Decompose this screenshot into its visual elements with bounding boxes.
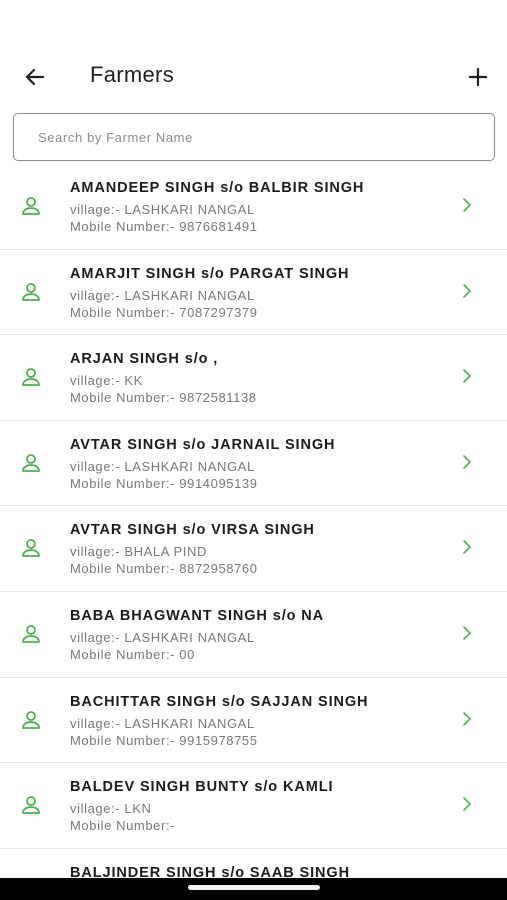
person-icon — [22, 453, 40, 472]
farmer-mobile: Mobile Number:- — [70, 818, 176, 834]
farmer-list-item[interactable]: AVTAR SINGH s/o JARNAIL SINGH village:- … — [0, 421, 507, 507]
farmer-village: village:- LKN — [70, 801, 152, 817]
page-title: Farmers — [90, 62, 174, 87]
farmer-list: AMANDEEP SINGH s/o BALBIR SINGH village:… — [0, 164, 507, 878]
farmer-village: village:- LASHKARI NANGAL — [70, 715, 255, 731]
farmer-mobile: Mobile Number:- 9876681491 — [70, 219, 258, 234]
farmer-name: ARJAN SINGH s/o , — [70, 351, 219, 368]
farmer-mobile: Mobile Number:- 8872958760 — [70, 561, 258, 577]
farmer-name: BALDEV SINGH BUNTY s/o KAMLI — [70, 779, 334, 796]
person-icon — [22, 796, 40, 815]
chevron-right-icon — [463, 454, 471, 469]
chevron-right-icon — [463, 711, 471, 726]
app-header: Farmers — [0, 52, 507, 100]
farmer-mobile: Mobile Number:- 00 — [70, 646, 195, 662]
search-box — [13, 113, 495, 161]
farmer-mobile: Mobile Number:- 9914095139 — [70, 475, 258, 491]
person-icon — [22, 710, 40, 729]
farmer-village: village:- KK — [70, 373, 143, 389]
farmer-name: AVTAR SINGH s/o VIRSA SINGH — [70, 522, 315, 539]
farmer-list-item[interactable]: BACHITTAR SINGH s/o SAJJAN SINGH village… — [0, 678, 507, 764]
chevron-right-icon — [463, 797, 471, 811]
system-navigation-bar — [0, 878, 507, 900]
farmer-name: BALJINDER SINGH s/o SAAB SINGH — [70, 864, 350, 878]
farmer-list-item[interactable]: AMANDEEP SINGH s/o BALBIR SINGH village:… — [0, 164, 507, 250]
farmer-village: village:- LASHKARI NANGAL — [70, 202, 255, 217]
back-button[interactable] — [20, 62, 50, 92]
farmer-list-item[interactable]: BALDEV SINGH BUNTY s/o KAMLI village:- L… — [0, 763, 507, 849]
search-input[interactable] — [14, 114, 494, 160]
farmer-list-item[interactable]: BABA BHAGWANT SINGH s/o NA village:- LAS… — [0, 592, 507, 678]
person-icon — [22, 625, 40, 643]
farmer-name: AVTAR SINGH s/o JARNAIL SINGH — [70, 436, 336, 453]
person-icon — [22, 539, 40, 558]
farmer-name: BABA BHAGWANT SINGH s/o NA — [70, 607, 325, 624]
plus-icon — [468, 67, 488, 87]
home-indicator[interactable] — [188, 885, 320, 890]
farmer-village: village:- LASHKARI NANGAL — [70, 287, 255, 303]
farmer-list-item[interactable]: ARJAN SINGH s/o , village:- KK Mobile Nu… — [0, 335, 507, 421]
add-farmer-button[interactable] — [463, 62, 493, 92]
person-icon — [22, 282, 40, 301]
chevron-right-icon — [463, 626, 471, 640]
arrow-left-icon — [25, 68, 45, 86]
farmer-mobile: Mobile Number:- 9872581138 — [70, 390, 257, 406]
chevron-right-icon — [463, 198, 471, 212]
farmer-name: AMARJIT SINGH s/o PARGAT SINGH — [70, 265, 350, 282]
farmer-mobile: Mobile Number:- 7087297379 — [70, 304, 258, 320]
farmer-village: village:- LASHKARI NANGAL — [70, 629, 255, 645]
farmer-village: village:- LASHKARI NANGAL — [70, 458, 255, 474]
person-icon — [22, 368, 40, 387]
farmer-name: BACHITTAR SINGH s/o SAJJAN SINGH — [70, 693, 369, 710]
farmer-list-item[interactable]: AMARJIT SINGH s/o PARGAT SINGH village:-… — [0, 250, 507, 336]
farmer-list-item[interactable]: BALJINDER SINGH s/o SAAB SINGH — [0, 849, 507, 878]
farmer-name: AMANDEEP SINGH s/o BALBIR SINGH — [70, 180, 365, 196]
chevron-right-icon — [463, 283, 471, 298]
person-icon — [22, 197, 40, 215]
farmer-list-item[interactable]: AVTAR SINGH s/o VIRSA SINGH village:- BH… — [0, 506, 507, 592]
chevron-right-icon — [463, 540, 471, 555]
farmer-village: village:- BHALA PIND — [70, 544, 207, 560]
farmer-mobile: Mobile Number:- 9915978755 — [70, 732, 258, 748]
chevron-right-icon — [463, 369, 471, 383]
